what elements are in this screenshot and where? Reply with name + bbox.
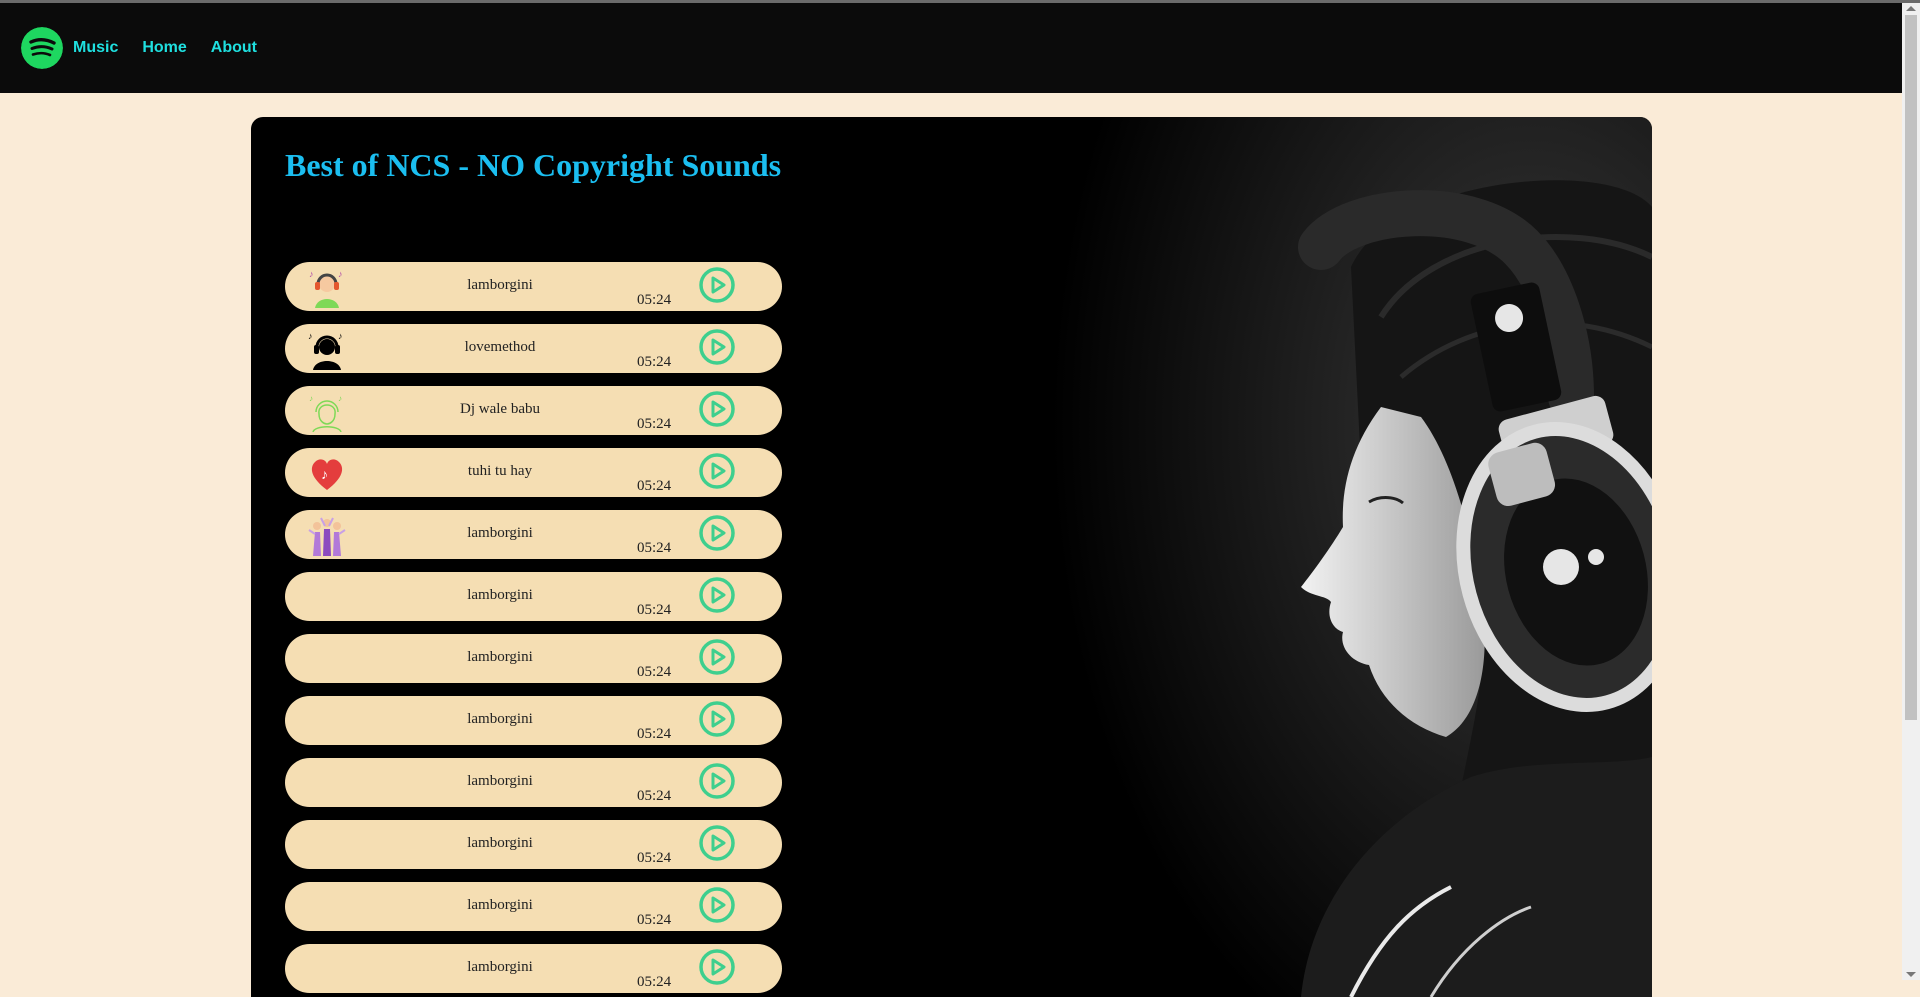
svg-text:♪: ♪ <box>338 394 342 403</box>
play-circle-icon[interactable] <box>698 638 736 676</box>
play-circle-icon[interactable] <box>698 886 736 924</box>
song-item[interactable]: lamborgini 05:24 <box>285 696 782 745</box>
song-duration: 05:24 <box>637 292 672 308</box>
song-name: lamborgini <box>467 525 533 541</box>
play-circle-icon[interactable] <box>698 514 736 552</box>
play-circle-icon[interactable] <box>698 824 736 862</box>
song-name: lamborgini <box>467 773 533 789</box>
song-item[interactable]: lamborgini 05:24 <box>285 882 782 931</box>
play-circle-icon[interactable] <box>698 390 736 428</box>
song-name: lamborgini <box>467 835 533 851</box>
svg-text:♪: ♪ <box>309 394 313 403</box>
song-duration: 05:24 <box>637 416 672 432</box>
song-duration: 05:24 <box>637 354 672 370</box>
song-name: lamborgini <box>467 959 533 975</box>
play-circle-icon[interactable] <box>698 576 736 614</box>
nav-link-home[interactable]: Home <box>142 39 186 57</box>
song-duration: 05:24 <box>637 602 672 618</box>
song-item[interactable]: ♪ tuhi tu hay 05:24 <box>285 448 782 497</box>
svg-text:♪: ♪ <box>338 331 343 341</box>
play-circle-icon[interactable] <box>698 266 736 304</box>
song-name: Dj wale babu <box>460 401 540 417</box>
person-with-headphones-icon: ♪ ♪ <box>307 268 347 308</box>
song-duration: 05:24 <box>637 664 672 680</box>
song-item[interactable]: ♪ ♪ lamborgini 05:24 <box>285 262 782 311</box>
song-name: lamborgini <box>467 277 533 293</box>
song-duration: 05:24 <box>637 540 672 556</box>
song-duration: 05:24 <box>637 850 672 866</box>
song-name: lamborgini <box>467 649 533 665</box>
song-name: lamborgini <box>467 711 533 727</box>
song-item[interactable]: lamborgini 05:24 <box>285 572 782 621</box>
song-duration: 05:24 <box>637 726 672 742</box>
song-name: lamborgini <box>467 897 533 913</box>
play-circle-icon[interactable] <box>698 700 736 738</box>
song-name: lovemethod <box>464 339 536 355</box>
playlist-container: Best of NCS - NO Copyright Sounds ♪ ♪ lamb… <box>251 117 1652 997</box>
svg-text:♪: ♪ <box>309 269 314 279</box>
line-headphones-icon: ♪ ♪ <box>307 392 347 433</box>
scrollbar-thumb[interactable] <box>1905 15 1917 720</box>
navbar: Music Home About <box>0 3 1902 93</box>
song-item[interactable]: lamborgini 05:24 <box>285 944 782 993</box>
song-item[interactable]: lamborgini 05:24 <box>285 634 782 683</box>
song-name: lamborgini <box>467 587 533 603</box>
song-item[interactable]: lamborgini 05:24 <box>285 510 782 559</box>
svg-text:♪: ♪ <box>321 468 328 483</box>
song-duration: 05:24 <box>637 974 672 990</box>
svg-text:♪: ♪ <box>308 331 313 341</box>
song-list: ♪ ♪ lamborgini 05:24 ♪ ♪ lovemethod 05:24 ♪ ♪ Dj w… <box>285 262 782 997</box>
song-duration: 05:24 <box>637 788 672 804</box>
play-circle-icon[interactable] <box>698 328 736 366</box>
headphones-girl-photo <box>1051 117 1652 997</box>
play-circle-icon[interactable] <box>698 452 736 490</box>
song-item[interactable]: lamborgini 05:24 <box>285 758 782 807</box>
page-scrollbar[interactable] <box>1902 3 1920 980</box>
song-item[interactable]: lamborgini 05:24 <box>285 820 782 869</box>
song-item[interactable]: ♪ ♪ lovemethod 05:24 <box>285 324 782 373</box>
scroll-down-arrow-icon[interactable] <box>1906 972 1916 977</box>
play-circle-icon[interactable] <box>698 948 736 986</box>
song-name: tuhi tu hay <box>467 463 533 479</box>
dancing-people-icon <box>307 516 347 556</box>
spotify-logo-icon[interactable] <box>21 27 63 69</box>
page-title: Best of NCS - NO Copyright Sounds <box>285 147 782 183</box>
song-duration: 05:24 <box>637 912 672 928</box>
song-duration: 05:24 <box>637 478 672 494</box>
scroll-up-arrow-icon[interactable] <box>1906 6 1916 11</box>
headphones-silhouette-icon: ♪ ♪ <box>307 330 347 370</box>
svg-text:♪: ♪ <box>338 269 343 279</box>
play-circle-icon[interactable] <box>698 762 736 800</box>
song-item[interactable]: ♪ ♪ Dj wale babu 05:24 <box>285 386 782 435</box>
nav-brand-music[interactable]: Music <box>73 39 118 57</box>
music-heart-icon: ♪ <box>307 454 347 494</box>
nav-link-about[interactable]: About <box>211 39 257 57</box>
